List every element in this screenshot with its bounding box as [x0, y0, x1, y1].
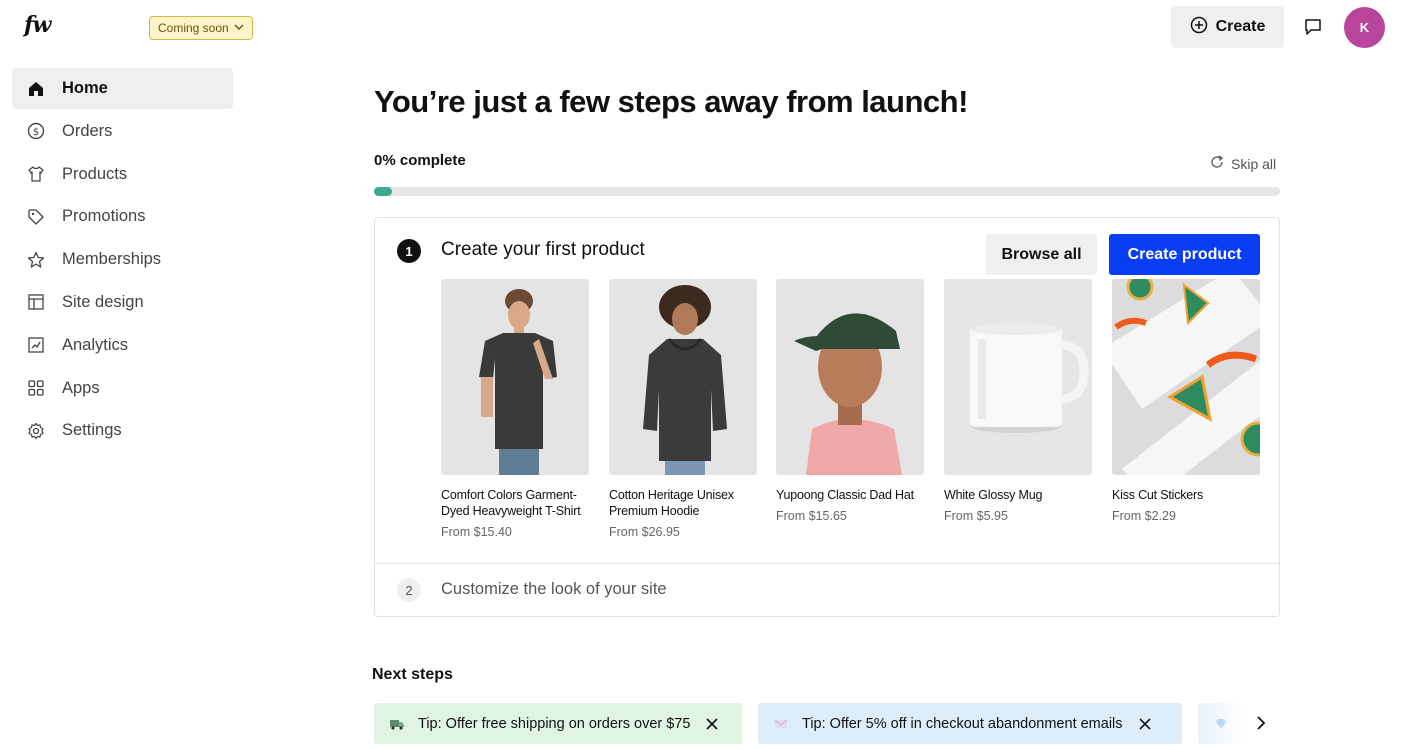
- avatar[interactable]: K: [1344, 7, 1385, 48]
- sidebar-item-analytics[interactable]: Analytics: [12, 325, 233, 366]
- envelope-icon: [773, 716, 789, 732]
- product-image: [776, 279, 924, 475]
- sidebar-item-home[interactable]: Home: [12, 68, 233, 109]
- plus-circle-icon: [1190, 16, 1208, 39]
- sidebar-item-orders[interactable]: $ Orders: [12, 111, 233, 152]
- sidebar-item-apps[interactable]: Apps: [12, 368, 233, 409]
- sidebar-item-promotions[interactable]: Promotions: [12, 196, 233, 237]
- product-price: From $15.40: [441, 525, 512, 539]
- progress-bar-fill: [374, 187, 392, 196]
- progress-bar: [374, 187, 1280, 196]
- step-title: Create your first product: [441, 239, 645, 260]
- product-card[interactable]: Kiss Cut Stickers From $2.29: [1112, 279, 1260, 523]
- create-button[interactable]: Create: [1171, 6, 1284, 48]
- sidebar-item-label: Analytics: [62, 335, 129, 354]
- product-name: White Glossy Mug: [944, 488, 1043, 502]
- product-image: [944, 279, 1092, 475]
- product-image: [441, 279, 589, 475]
- tip-card[interactable]: Tip: Offer 5% off in checkout abandonmen…: [758, 703, 1182, 744]
- diamond-icon: [1213, 716, 1229, 732]
- sidebar-item-settings[interactable]: Settings: [12, 410, 233, 451]
- product-card[interactable]: Yupoong Classic Dad Hat From $15.65: [776, 279, 924, 523]
- page-title: You’re just a few steps away from launch…: [374, 84, 968, 119]
- sidebar-item-site-design[interactable]: Site design: [12, 282, 233, 323]
- truck-icon: [389, 716, 405, 732]
- step-title[interactable]: Customize the look of your site: [441, 580, 667, 599]
- logo[interactable]: fw: [24, 12, 51, 38]
- product-image: [609, 279, 757, 475]
- create-button-label: Create: [1215, 18, 1266, 35]
- svg-text:$: $: [33, 127, 39, 138]
- skip-all-button[interactable]: Skip all: [1209, 154, 1276, 173]
- tip-card[interactable]: [1198, 703, 1248, 744]
- create-product-button[interactable]: Create product: [1109, 234, 1260, 275]
- home-icon: [26, 79, 46, 99]
- product-card[interactable]: Cotton Heritage Unisex Premium Hoodie Fr…: [609, 279, 757, 539]
- product-price: From $15.65: [776, 509, 847, 523]
- product-price: From $5.95: [944, 509, 1008, 523]
- coming-soon-label: Coming soon: [158, 21, 229, 35]
- step-number: 1: [397, 239, 421, 263]
- product-card[interactable]: Comfort Colors Garment-Dyed Heavyweight …: [441, 279, 589, 539]
- divider: [375, 563, 1279, 564]
- tip-card[interactable]: Tip: Offer free shipping on orders over …: [374, 703, 742, 744]
- redo-icon: [1209, 154, 1225, 173]
- gear-icon: [26, 421, 46, 441]
- close-icon[interactable]: [704, 716, 720, 732]
- browse-all-button[interactable]: Browse all: [986, 234, 1097, 275]
- product-card[interactable]: White Glossy Mug From $5.95: [944, 279, 1092, 523]
- step-number: 2: [397, 578, 421, 602]
- next-steps-heading: Next steps: [372, 666, 453, 683]
- sidebar-item-label: Memberships: [62, 250, 162, 269]
- apps-grid-icon: [26, 378, 46, 398]
- close-icon[interactable]: [1137, 716, 1153, 732]
- sidebar-item-label: Products: [62, 164, 128, 183]
- sidebar: Home $ Orders Products Promotions Member…: [12, 68, 233, 453]
- product-name: Comfort Colors Garment-Dyed Heavyweight …: [441, 488, 581, 518]
- coming-soon-badge[interactable]: Coming soon: [149, 16, 253, 40]
- product-name: Kiss Cut Stickers: [1112, 488, 1204, 502]
- onboarding-steps-card: 1 Create your first product Browse all C…: [374, 217, 1280, 617]
- product-image: [1112, 279, 1260, 475]
- chat-icon[interactable]: [1300, 14, 1326, 40]
- sidebar-item-memberships[interactable]: Memberships: [12, 239, 233, 280]
- sidebar-item-label: Orders: [62, 121, 113, 140]
- product-price: From $2.29: [1112, 509, 1176, 523]
- sidebar-item-products[interactable]: Products: [12, 154, 233, 195]
- tip-text: Tip: Offer 5% off in checkout abandonmen…: [802, 715, 1123, 732]
- sidebar-item-label: Home: [62, 79, 108, 97]
- sidebar-item-label: Promotions: [62, 207, 146, 226]
- product-name: Yupoong Classic Dad Hat: [776, 488, 914, 502]
- dollar-circle-icon: $: [26, 121, 46, 141]
- tip-text: Tip: Offer free shipping on orders over …: [418, 715, 691, 732]
- skip-all-label: Skip all: [1231, 155, 1277, 172]
- product-price: From $26.95: [609, 525, 680, 539]
- sidebar-item-label: Site design: [62, 292, 144, 311]
- progress-label: 0% complete: [374, 152, 466, 169]
- chevron-down-icon: [234, 21, 244, 35]
- chevron-right-icon[interactable]: [1250, 712, 1272, 734]
- tag-icon: [26, 207, 46, 227]
- tshirt-icon: [26, 164, 46, 184]
- sidebar-item-label: Apps: [62, 378, 100, 397]
- product-name: Cotton Heritage Unisex Premium Hoodie: [609, 488, 734, 518]
- star-icon: [26, 250, 46, 270]
- layout-icon: [26, 292, 46, 312]
- chart-icon: [26, 335, 46, 355]
- sidebar-item-label: Settings: [62, 421, 122, 440]
